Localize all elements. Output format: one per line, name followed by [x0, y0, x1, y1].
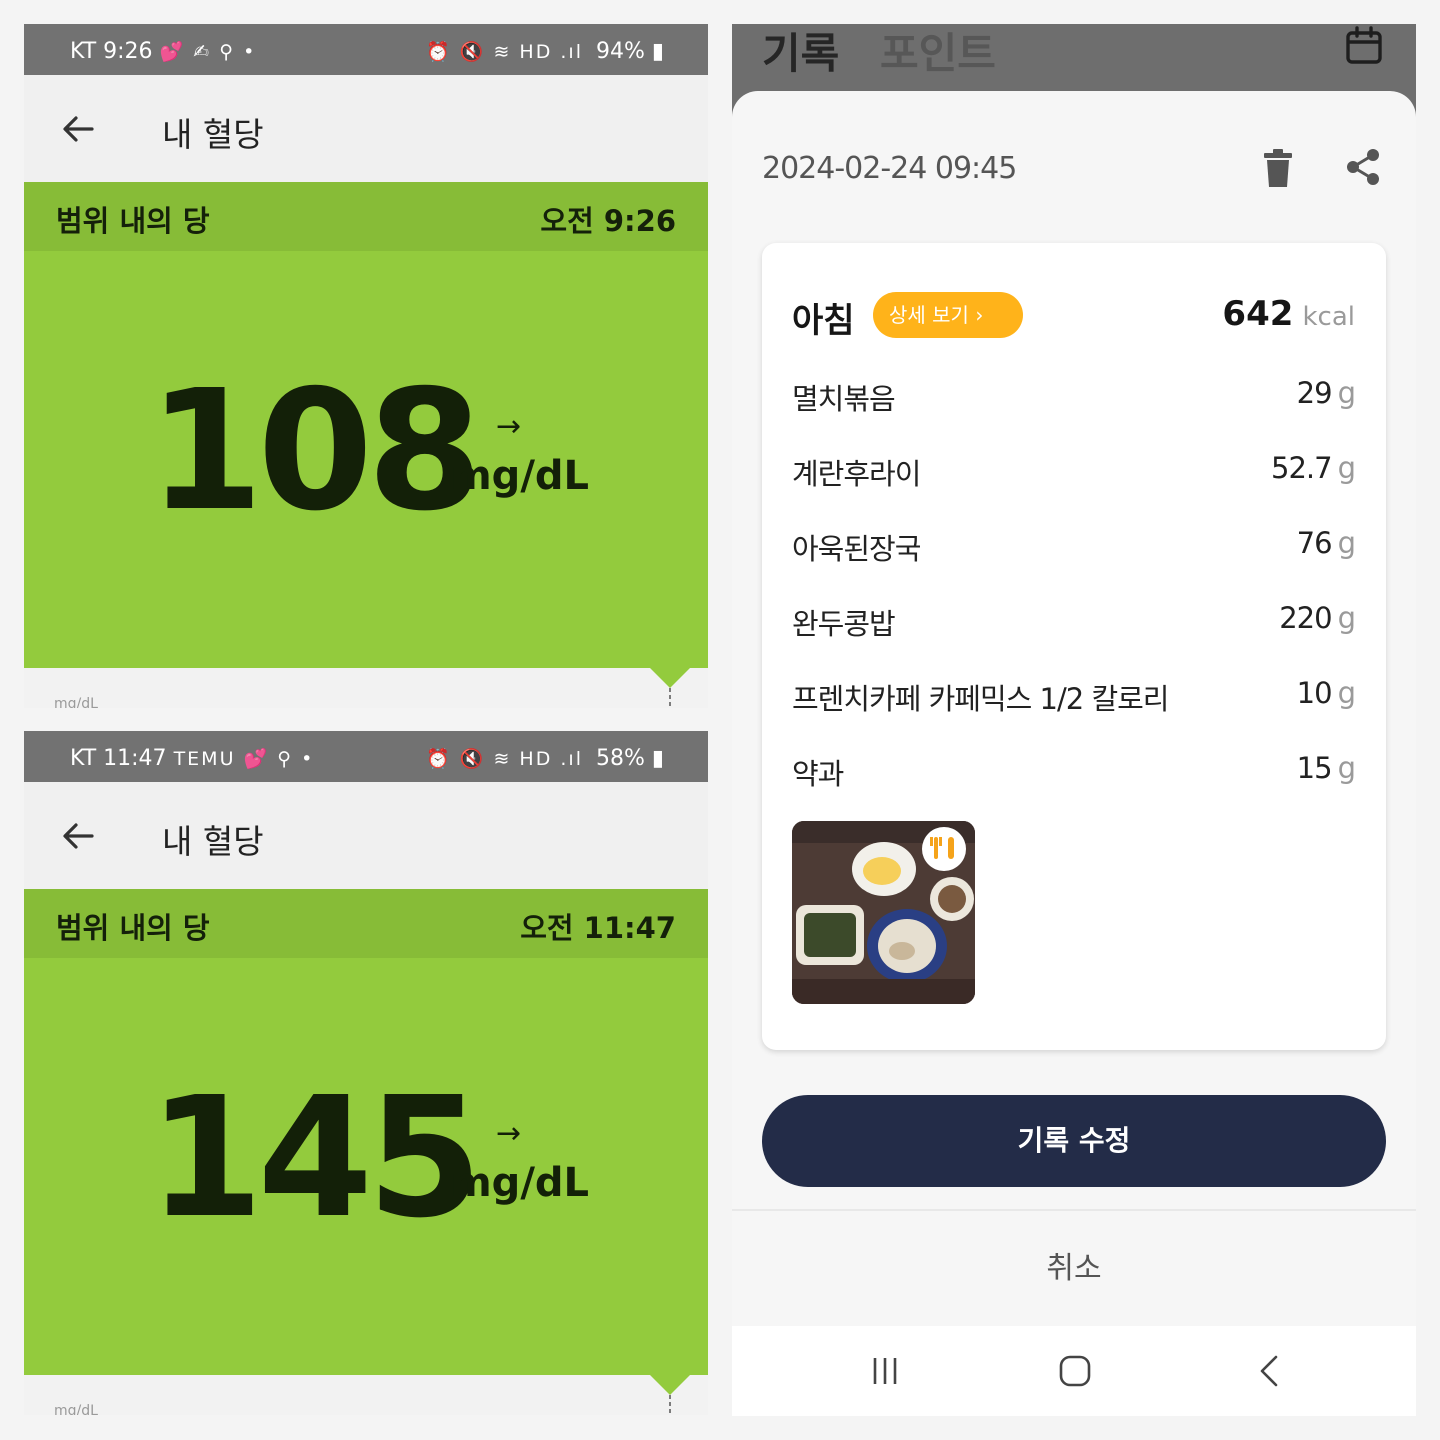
arrow-left-icon[interactable] [58, 109, 98, 149]
chart-axis-label: mg/dL [54, 1403, 98, 1415]
notification-icons: 💕 ✍ ⚲ • [159, 41, 257, 63]
food-amount-value: 29 [1296, 376, 1333, 410]
cancel-button[interactable]: 취소 [732, 1211, 1416, 1326]
system-icons: ⏰ 🔇 ≋ HD .ıl [426, 748, 583, 770]
food-item: 아욱된장국 76 g [792, 526, 1356, 566]
food-amount-value: 220 [1279, 601, 1332, 635]
food-amount: 220 g [1279, 601, 1356, 635]
meal-photo-image [792, 821, 975, 1004]
glucose-reading: 145 → mg/dL [24, 958, 708, 1375]
food-name: 멸치볶음 [792, 382, 896, 416]
status-bar: KT 9:26 💕 ✍ ⚲ • ⏰ 🔇 ≋ HD .ıl 94% ▮ [24, 24, 708, 75]
arrow-left-icon[interactable] [58, 816, 98, 856]
meal-name: 아침 [792, 301, 855, 341]
food-item: 완두콩밥 220 g [792, 601, 1356, 641]
glucose-value: 108 [148, 355, 483, 548]
glucose-reading: 108 → mg/dL [24, 251, 708, 668]
meal-calories: 642 kcal [1222, 294, 1355, 334]
glucose-value: 145 [148, 1062, 483, 1255]
app-bar: 내 혈당 [24, 782, 708, 889]
trend-arrow-icon: → [496, 409, 522, 444]
food-amount-value: 52.7 [1271, 451, 1333, 485]
calendar-icon[interactable] [1344, 26, 1384, 66]
reading-time: 오전 9:26 [540, 204, 676, 238]
food-amount-unit: g [1337, 601, 1356, 635]
range-status-bar: 범위 내의 당 오전 11:47 [24, 889, 708, 958]
battery-percent: 94% [595, 39, 645, 64]
kcal-value: 642 [1222, 294, 1294, 334]
trash-icon[interactable] [1259, 147, 1297, 189]
system-icons: ⏰ 🔇 ≋ HD .ıl [426, 41, 583, 63]
status-left: KT 9:26 💕 ✍ ⚲ • [70, 39, 262, 64]
food-amount-unit: g [1337, 376, 1356, 410]
food-item: 약과 15 g [792, 751, 1356, 791]
food-amount: 10 g [1297, 676, 1356, 710]
glucose-screen-2: KT 11:47 TEMU 💕 ⚲ • ⏰ 🔇 ≋ HD .ıl 58% ▮ 내… [24, 731, 708, 1415]
system-nav-bar [732, 1326, 1416, 1416]
meal-card: 아침 상세 보기 › 642 kcal 멸치볶음 29 g 계란후라이 52.7 g… [762, 243, 1386, 1050]
food-item: 멸치볶음 29 g [792, 376, 1356, 416]
home-icon[interactable] [1058, 1354, 1092, 1388]
current-reading-pointer [650, 1375, 690, 1415]
food-amount-unit: g [1337, 526, 1356, 560]
glucose-screen-1: KT 9:26 💕 ✍ ⚲ • ⏰ 🔇 ≋ HD .ıl 94% ▮ 내 혈당 … [24, 24, 708, 708]
battery-icon: ▮ [651, 39, 664, 64]
tab-points[interactable]: 포인트 [880, 24, 996, 81]
carrier-time: KT 11:47 [70, 746, 167, 771]
chart-axis-label: mg/dL [54, 696, 98, 708]
notification-icons: TEMU 💕 ⚲ • [173, 748, 315, 770]
range-label: 범위 내의 당 [56, 911, 210, 945]
food-amount: 52.7 g [1271, 451, 1356, 485]
glucose-unit: mg/dL [450, 1160, 590, 1206]
tab-record[interactable]: 기록 [762, 24, 839, 81]
food-name: 완두콩밥 [792, 607, 896, 641]
glucose-chart: mg/dL [24, 668, 708, 708]
recent-apps-icon[interactable] [868, 1354, 902, 1388]
status-right: ⏰ 🔇 ≋ HD .ıl 58% ▮ [426, 746, 664, 771]
battery-percent: 58% [595, 746, 645, 771]
food-amount: 29 g [1297, 376, 1356, 410]
food-name: 약과 [792, 757, 844, 791]
range-label: 범위 내의 당 [56, 204, 210, 238]
view-details-button[interactable]: 상세 보기 › [873, 292, 1023, 338]
battery-icon: ▮ [651, 746, 664, 771]
reading-time: 오전 11:47 [520, 911, 676, 945]
food-item: 프렌치카페 카페믹스 1/2 칼로리 10 g [792, 676, 1356, 716]
food-name: 프렌치카페 카페믹스 1/2 칼로리 [792, 682, 1169, 716]
range-status-bar: 범위 내의 당 오전 9:26 [24, 182, 708, 251]
glucose-unit: mg/dL [450, 453, 590, 499]
kcal-unit: kcal [1302, 302, 1355, 332]
meal-photo[interactable] [792, 821, 975, 1004]
food-amount-unit: g [1337, 676, 1356, 710]
status-right: ⏰ 🔇 ≋ HD .ıl 94% ▮ [426, 39, 664, 64]
share-icon[interactable] [1344, 147, 1382, 187]
edit-record-button[interactable]: 기록 수정 [762, 1095, 1386, 1187]
food-amount: 76 g [1297, 526, 1356, 560]
app-bar: 내 혈당 [24, 75, 708, 182]
glucose-chart: mg/dL [24, 1375, 708, 1415]
record-datetime: 2024-02-24 09:45 [762, 151, 1017, 186]
page-title: 내 혈당 [162, 115, 264, 154]
meal-record-screen: 기록 포인트 2024-02-24 09:45 아침 상세 보기 › 642 k… [732, 24, 1416, 1416]
food-name: 아욱된장국 [792, 532, 921, 566]
page-title: 내 혈당 [162, 822, 264, 861]
food-name: 계란후라이 [792, 457, 921, 491]
meal-detail-sheet: 2024-02-24 09:45 아침 상세 보기 › 642 kcal 멸치볶… [732, 91, 1416, 1416]
food-amount-value: 15 [1296, 751, 1333, 785]
food-item: 계란후라이 52.7 g [792, 451, 1356, 491]
current-reading-pointer [650, 668, 690, 708]
chevron-left-icon[interactable] [1252, 1354, 1286, 1388]
food-amount: 15 g [1297, 751, 1356, 785]
food-amount-unit: g [1337, 751, 1356, 785]
food-amount-unit: g [1337, 451, 1356, 485]
food-amount-value: 76 [1296, 526, 1333, 560]
status-bar: KT 11:47 TEMU 💕 ⚲ • ⏰ 🔇 ≋ HD .ıl 58% ▮ [24, 731, 708, 782]
food-amount-value: 10 [1296, 676, 1333, 710]
trend-arrow-icon: → [496, 1116, 522, 1151]
status-left: KT 11:47 TEMU 💕 ⚲ • [70, 746, 320, 771]
carrier-time: KT 9:26 [70, 39, 153, 64]
